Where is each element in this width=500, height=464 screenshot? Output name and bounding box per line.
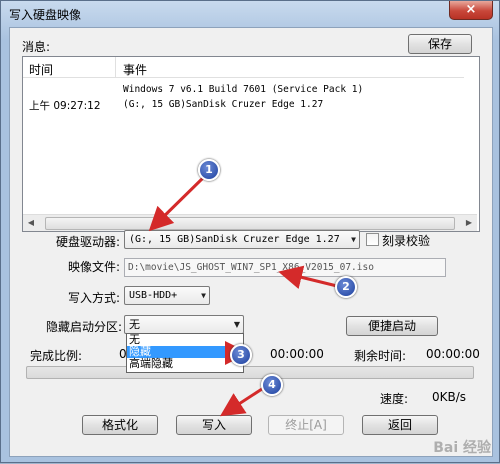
arrow-to-write-button xyxy=(219,385,266,417)
annotation-marker: 1 xyxy=(198,159,220,181)
arrow-to-drive xyxy=(148,173,208,232)
watermark: Bai 经验 xyxy=(433,440,491,456)
write-disk-image-window: 写入硬盘映像 × 消息: 保存 时间 事件 Windows 7 v6.1 Bui… xyxy=(0,0,500,463)
annotation-marker: 2 xyxy=(335,276,357,298)
arrow-to-image-file xyxy=(278,265,338,289)
annotation-arrows xyxy=(148,173,338,417)
annotation-marker: 4 xyxy=(261,374,283,396)
annotation-marker: 3 xyxy=(230,344,252,366)
